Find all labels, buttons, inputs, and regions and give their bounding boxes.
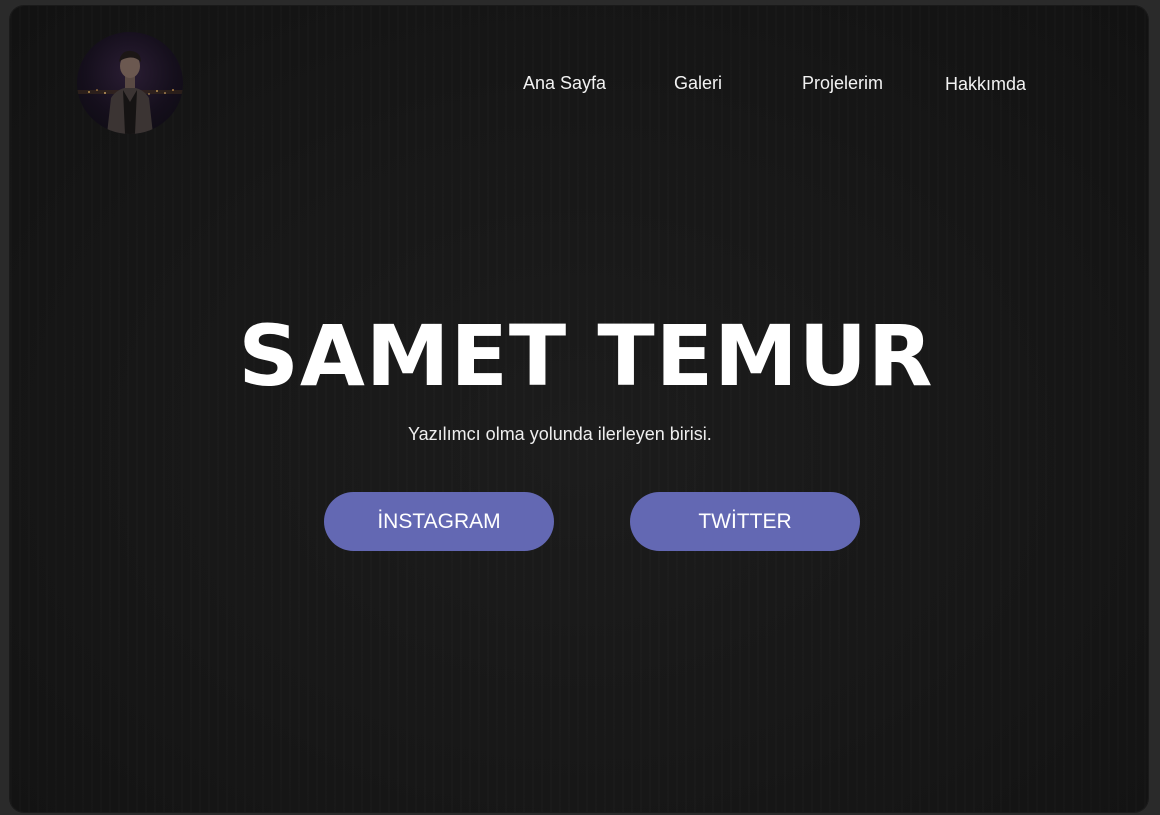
instagram-button[interactable]: İNSTAGRAM: [324, 492, 554, 551]
nav-item-ana-sayfa[interactable]: Ana Sayfa: [523, 72, 606, 94]
hero-title: SAMET TEMUR: [238, 307, 934, 405]
nav-item-hakkimda[interactable]: Hakkımda: [945, 73, 1026, 95]
twitter-button[interactable]: TWİTTER: [630, 492, 860, 551]
top-navigation: Ana Sayfa Galeri Projelerim Hakkımda: [10, 72, 1148, 96]
nav-item-galeri[interactable]: Galeri: [674, 72, 722, 94]
page-frame: Ana Sayfa Galeri Projelerim Hakkımda SAM…: [10, 6, 1148, 812]
hero-subtitle: Yazılımcı olma yolunda ilerleyen birisi.: [408, 424, 712, 444]
nav-item-projelerim[interactable]: Projelerim: [802, 72, 883, 94]
